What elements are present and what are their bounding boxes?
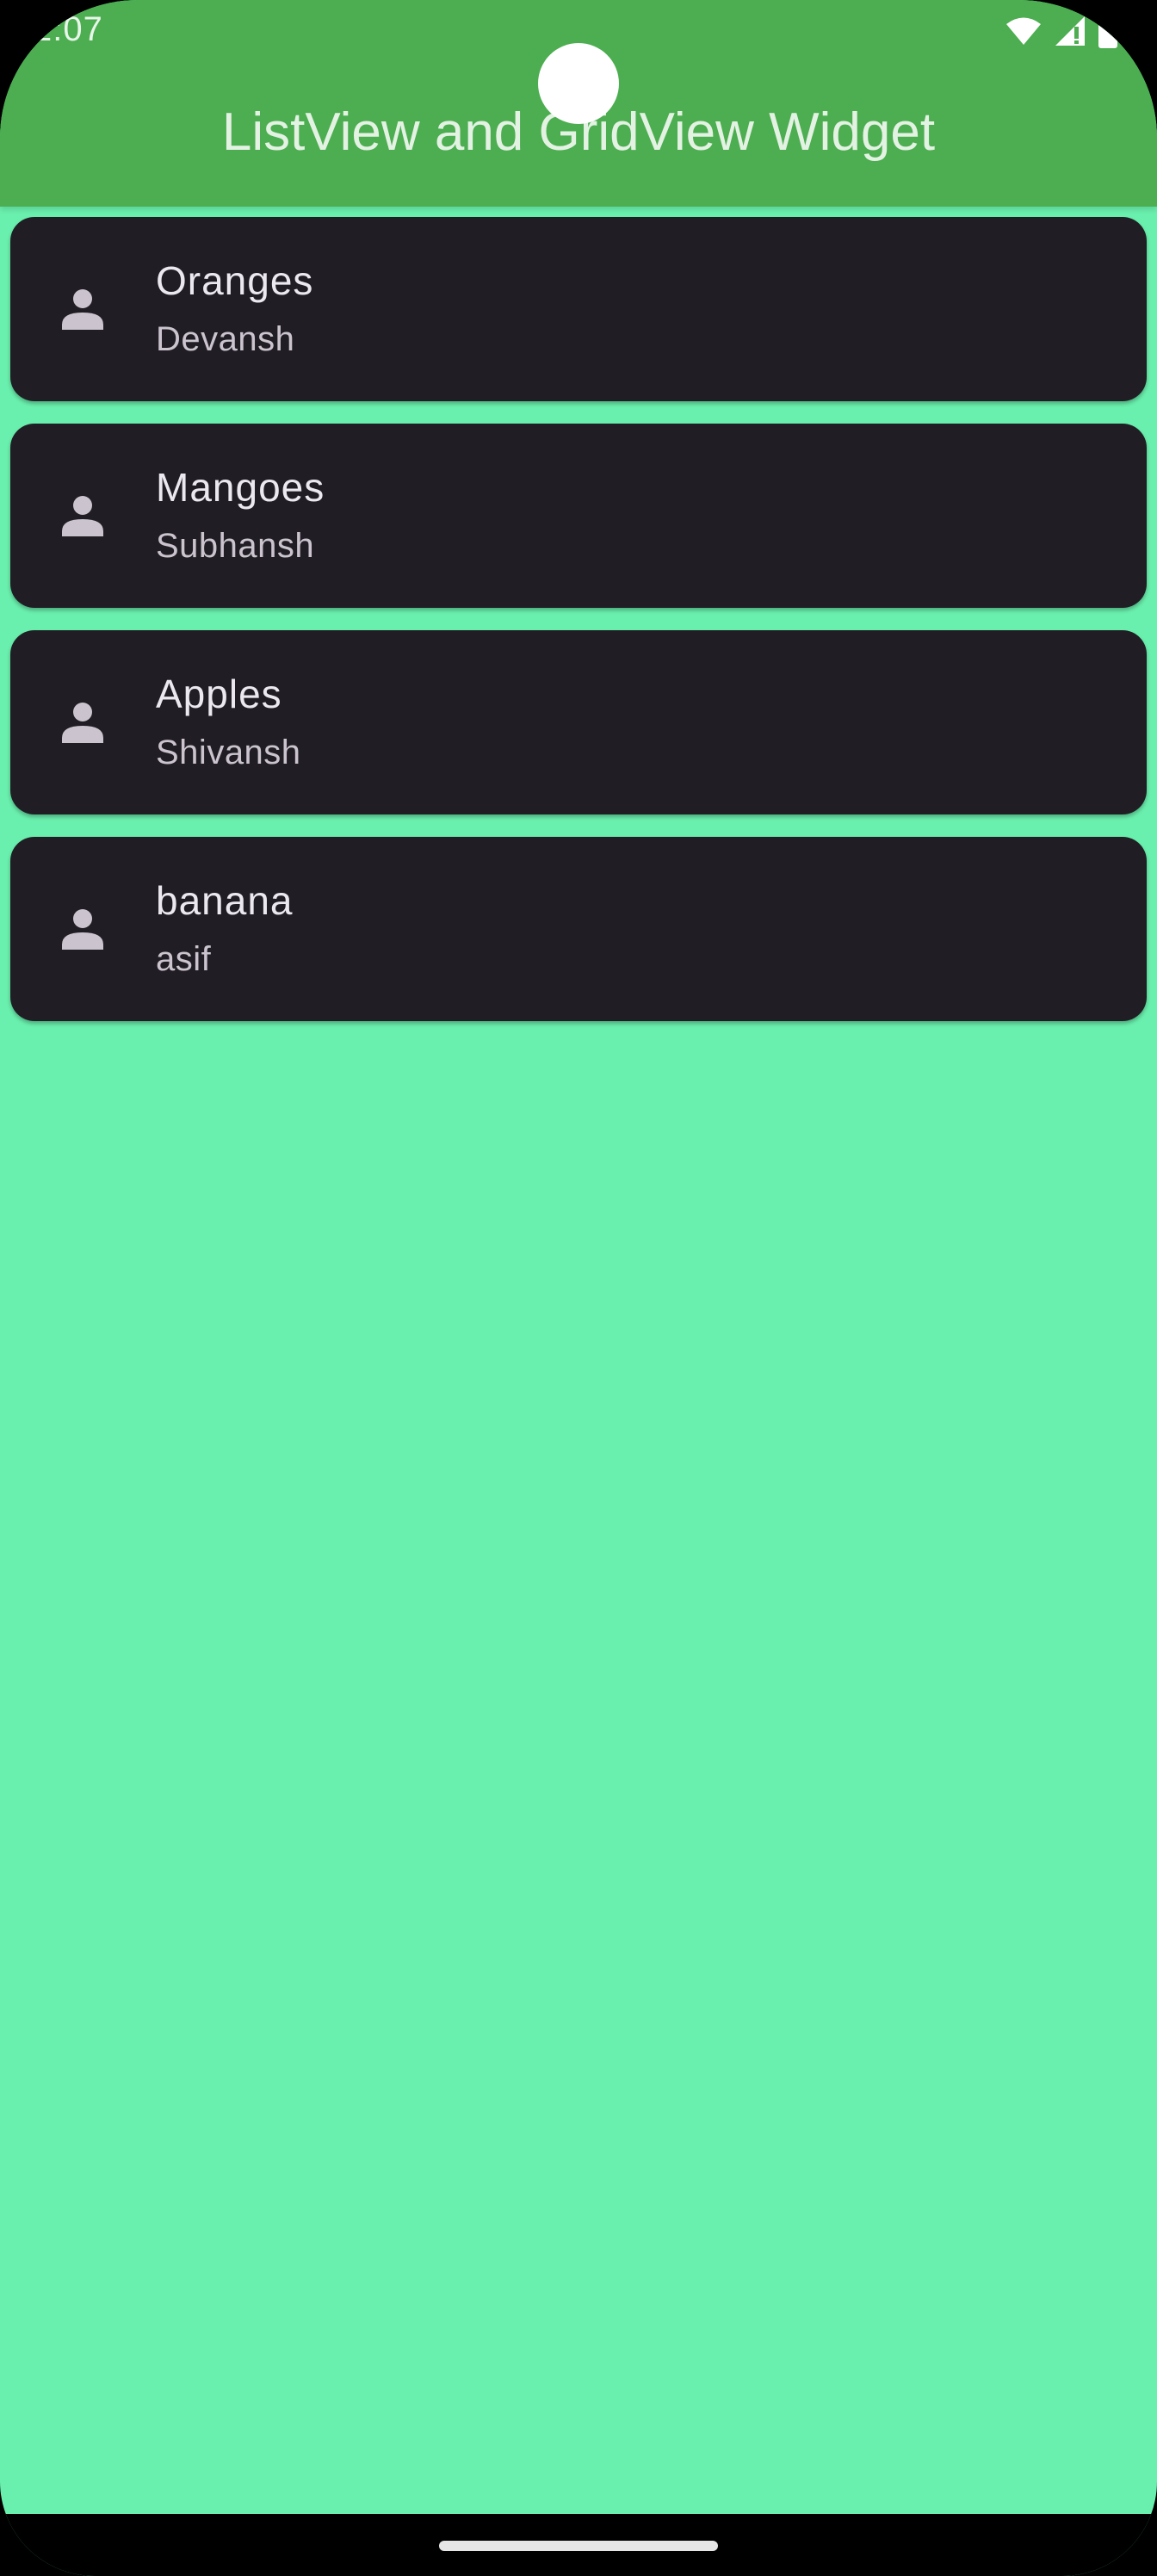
- status-icons: [1005, 13, 1117, 53]
- list-item-subtitle: Devansh: [156, 320, 295, 358]
- status-time: 2:07: [33, 10, 103, 48]
- wifi-icon: [1005, 16, 1042, 50]
- battery-icon: [1098, 13, 1117, 53]
- person-icon: [59, 285, 107, 333]
- list-item-subtitle: Shivansh: [156, 734, 301, 771]
- list-item[interactable]: Oranges Devansh: [10, 217, 1147, 401]
- cellular-signal-icon: [1054, 15, 1086, 52]
- person-icon: [59, 905, 107, 953]
- list-item[interactable]: banana asif: [10, 837, 1147, 1021]
- list-item-subtitle: Subhansh: [156, 527, 315, 565]
- home-gesture-handle[interactable]: [439, 2541, 718, 2551]
- list-item-title: Mangoes: [156, 465, 325, 510]
- person-icon: [59, 698, 107, 746]
- fruit-list: Oranges Devansh Mangoes Subhansh Apples …: [10, 217, 1147, 1043]
- list-item-title: Oranges: [156, 258, 314, 303]
- phone-screen: 2:07 ListView and GridView Widget Orange…: [0, 0, 1157, 2576]
- list-item-title: banana: [156, 878, 294, 923]
- camera-cutout: [538, 43, 619, 124]
- list-item-subtitle: asif: [156, 940, 212, 978]
- list-item-title: Apples: [156, 672, 282, 716]
- list-item[interactable]: Apples Shivansh: [10, 630, 1147, 814]
- person-icon: [59, 492, 107, 540]
- list-item[interactable]: Mangoes Subhansh: [10, 424, 1147, 608]
